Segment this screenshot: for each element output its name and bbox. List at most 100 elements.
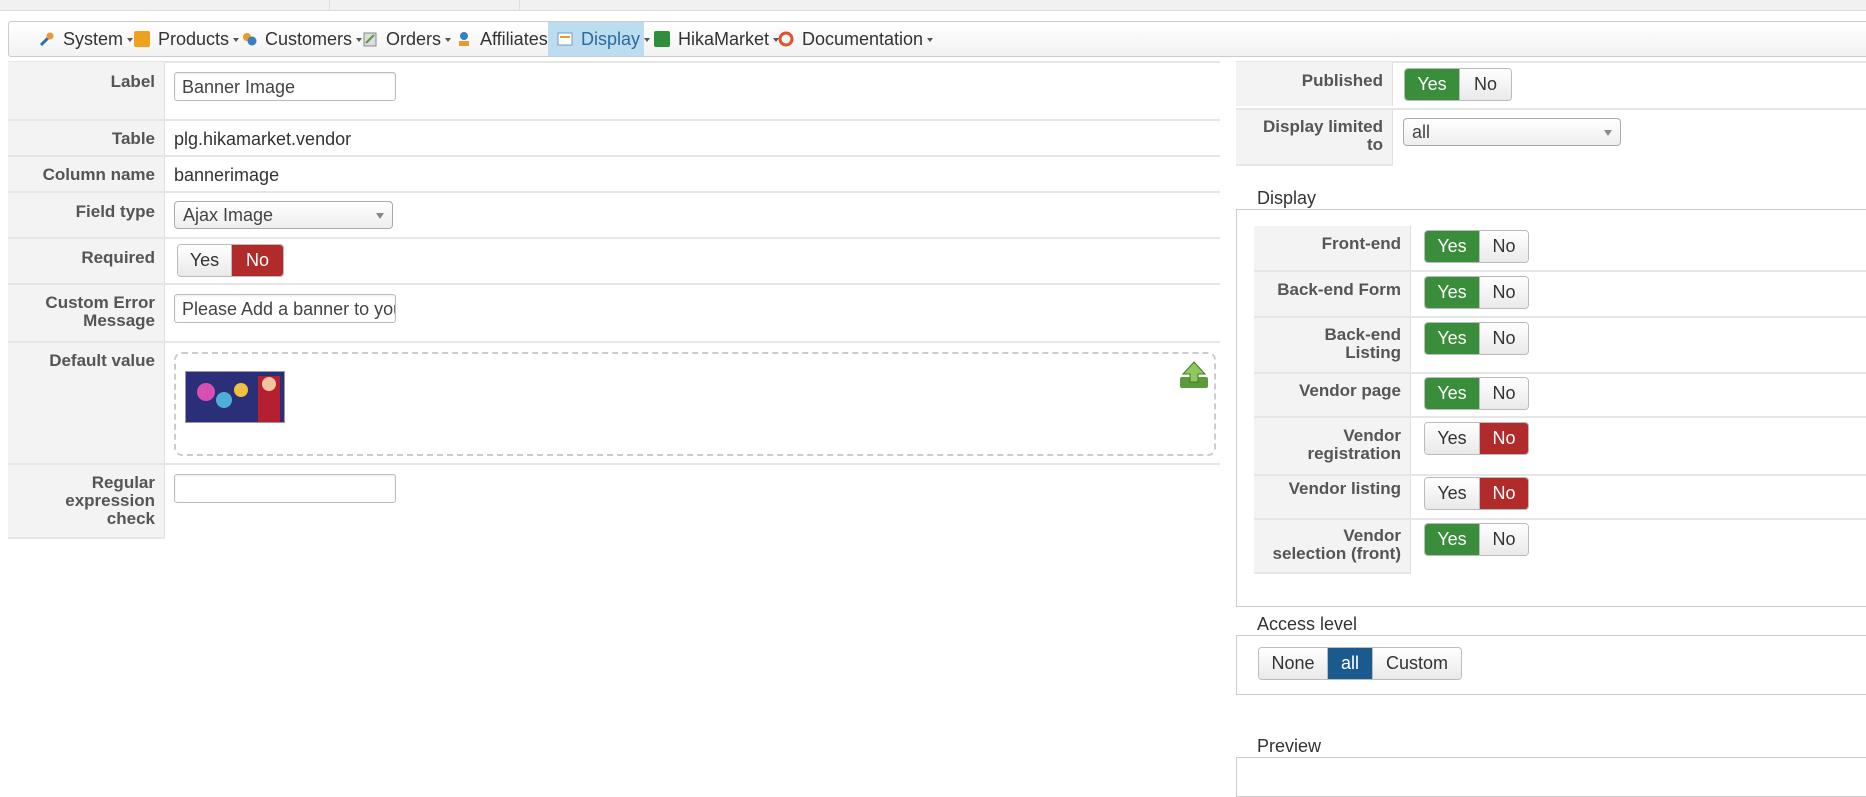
- vendor-page-yes-button[interactable]: Yes: [1425, 378, 1480, 409]
- banner-thumbnail[interactable]: [185, 371, 285, 423]
- divider: [1236, 164, 1393, 166]
- menu-hikamarket[interactable]: HikaMarket: [654, 22, 780, 56]
- preview-legend: Preview: [1254, 736, 1325, 757]
- label-label: Label: [8, 62, 165, 119]
- label-line: Listing: [1345, 343, 1401, 362]
- menu-display[interactable]: Display: [548, 22, 651, 56]
- hikamarket-icon: [654, 31, 670, 47]
- access-all-button[interactable]: all: [1328, 648, 1373, 679]
- regex-input[interactable]: [174, 474, 396, 503]
- published-no-button[interactable]: No: [1460, 69, 1511, 100]
- display-limited-value: all: [1412, 122, 1431, 142]
- access-level-toggle: None all Custom: [1258, 647, 1462, 680]
- orders-icon: [362, 31, 378, 47]
- menu-label: Documentation: [802, 28, 924, 49]
- divider: [8, 341, 1220, 343]
- backend-listing-yes-button[interactable]: Yes: [1425, 323, 1480, 354]
- backend-listing-no-button[interactable]: No: [1480, 323, 1528, 354]
- chevron-down-icon: [927, 38, 934, 42]
- field-type-label: Field type: [8, 193, 165, 237]
- label-line: expression: [65, 491, 155, 510]
- display-limited-select[interactable]: all: [1403, 118, 1621, 146]
- label-line: Display limited: [1263, 117, 1383, 136]
- divider: [8, 155, 1220, 157]
- menu-label: Products: [158, 28, 230, 49]
- customers-icon: [241, 31, 257, 47]
- vendor-registration-yes-button[interactable]: Yes: [1425, 423, 1480, 454]
- access-none-button[interactable]: None: [1259, 648, 1328, 679]
- vendor-registration-no-button[interactable]: No: [1480, 423, 1528, 454]
- chevron-down-icon: [376, 213, 384, 219]
- vendor-listing-yes-button[interactable]: Yes: [1425, 478, 1480, 509]
- menu-label: Customers: [265, 28, 353, 49]
- tools-icon: [39, 31, 55, 47]
- divider: [8, 119, 1220, 121]
- default-value-label: Default value: [8, 343, 165, 463]
- label-line: Custom Error: [45, 293, 155, 312]
- required-label: Required: [8, 239, 165, 283]
- products-icon: [134, 31, 150, 47]
- label-line: Vendor: [1343, 426, 1401, 445]
- vendor-listing-no-button[interactable]: No: [1480, 478, 1528, 509]
- regex-label: Regular expression check: [8, 465, 165, 537]
- top-tab-1[interactable]: [0, 0, 330, 10]
- published-yes-button[interactable]: Yes: [1405, 69, 1460, 100]
- display-legend: Display: [1254, 188, 1320, 209]
- label-line: Back-end: [1324, 325, 1401, 344]
- menu-documentation[interactable]: Documentation: [778, 22, 934, 56]
- divider: [8, 537, 165, 539]
- label-line: check: [106, 509, 155, 528]
- required-no-button[interactable]: No: [232, 245, 283, 276]
- image-dropzone[interactable]: [174, 352, 1216, 456]
- frontend-yes-button[interactable]: Yes: [1425, 231, 1480, 262]
- divider: [8, 237, 1220, 239]
- table-label: Table: [8, 121, 165, 155]
- frontend-toggle: Yes No: [1424, 230, 1529, 263]
- menu-label: Orders: [386, 28, 442, 49]
- vendor-registration-toggle: Yes No: [1424, 422, 1529, 455]
- backend-form-yes-button[interactable]: Yes: [1425, 277, 1480, 308]
- chevron-down-icon: [445, 38, 452, 42]
- menu-label: Display: [581, 28, 641, 49]
- backend-form-no-button[interactable]: No: [1480, 277, 1528, 308]
- label-line: selection (front): [1272, 544, 1401, 563]
- divider: [8, 191, 1220, 193]
- top-strip: [0, 0, 1866, 11]
- upload-icon[interactable]: [1178, 360, 1210, 390]
- chevron-down-icon: [127, 38, 134, 42]
- top-tab-2[interactable]: [330, 0, 520, 10]
- published-toggle: Yes No: [1404, 68, 1512, 101]
- menu-orders[interactable]: Orders: [362, 22, 452, 56]
- menu-label: System: [63, 28, 124, 49]
- menu-label: Affiliates: [480, 28, 548, 49]
- vendor-listing-label: Vendor listing: [1254, 476, 1411, 518]
- vendor-page-no-button[interactable]: No: [1480, 378, 1528, 409]
- custom-error-label: Custom Error Message: [8, 285, 165, 341]
- divider: [8, 61, 1220, 63]
- chevron-down-icon: [644, 38, 651, 42]
- chevron-down-icon: [1604, 130, 1612, 136]
- menu-system[interactable]: System: [39, 22, 134, 56]
- access-custom-button[interactable]: Custom: [1373, 648, 1461, 679]
- required-toggle: Yes No: [177, 244, 284, 277]
- published-label: Published: [1236, 62, 1393, 106]
- access-level-legend: Access level: [1254, 614, 1361, 635]
- field-type-select[interactable]: Ajax Image: [174, 201, 393, 229]
- label-line: Message: [83, 311, 155, 330]
- frontend-label: Front-end: [1254, 226, 1411, 270]
- frontend-no-button[interactable]: No: [1480, 231, 1528, 262]
- menu-customers[interactable]: Customers: [241, 22, 363, 56]
- backend-listing-toggle: Yes No: [1424, 322, 1529, 355]
- vendor-selection-yes-button[interactable]: Yes: [1425, 524, 1480, 555]
- backend-listing-label: Back-end Listing: [1254, 318, 1411, 372]
- custom-error-input[interactable]: Please Add a banner to your: [174, 294, 396, 323]
- required-yes-button[interactable]: Yes: [178, 245, 232, 276]
- menu-products[interactable]: Products: [134, 22, 240, 56]
- divider: [1254, 572, 1411, 574]
- menu-affiliates[interactable]: Affiliates: [456, 22, 558, 56]
- table-value: plg.hikamarket.vendor: [174, 129, 352, 149]
- label-line: Vendor: [1343, 526, 1401, 545]
- label-input[interactable]: Banner Image: [174, 72, 396, 101]
- vendor-selection-no-button[interactable]: No: [1480, 524, 1528, 555]
- lifebuoy-icon: [778, 31, 794, 47]
